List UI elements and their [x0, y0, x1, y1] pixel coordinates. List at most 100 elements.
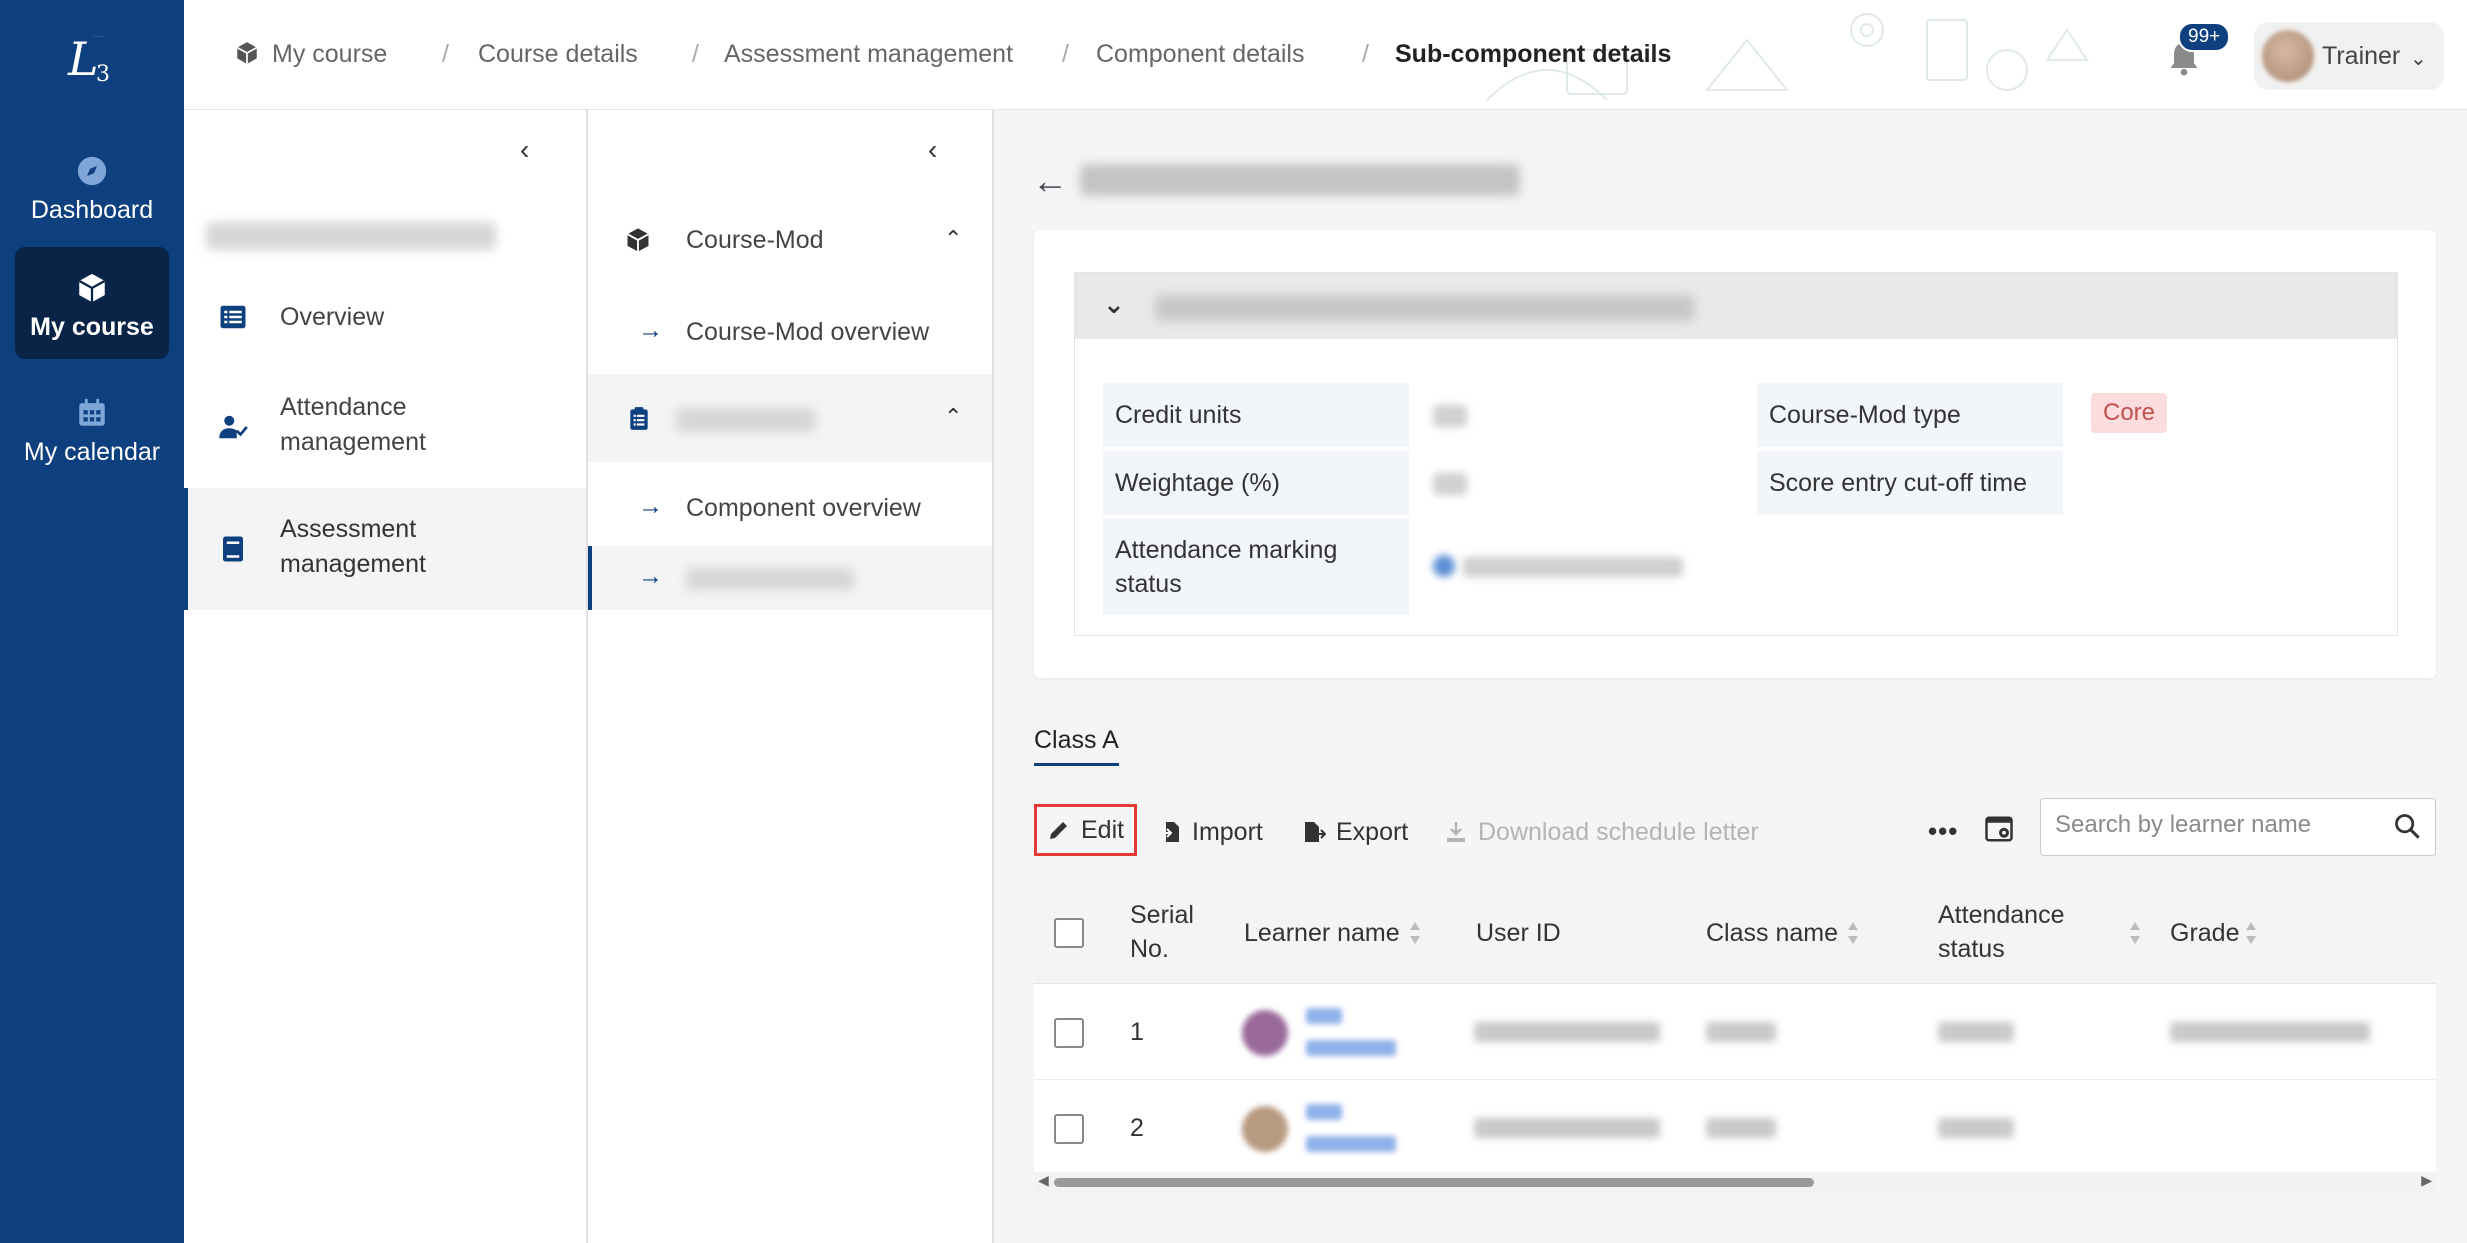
attendance-status-value-redacted [1463, 557, 1683, 577]
app-logo[interactable]: L3 · · · · [60, 26, 124, 90]
grade-redacted [2170, 1022, 2370, 1042]
breadcrumb-course-details[interactable]: Course details [478, 40, 638, 69]
tab-class-a[interactable]: Class A [1034, 726, 1119, 766]
download-icon [1447, 822, 1465, 842]
component-name-redacted [676, 408, 816, 432]
table-header: Serial No. Learner name User ID Class na… [1034, 882, 2436, 984]
sub-component-name-redacted [686, 568, 854, 590]
details-panel-header[interactable]: ⌄ [1075, 273, 2397, 339]
tree-node-label: Course-Mod [686, 226, 824, 254]
chevron-up-icon[interactable]: ⌃ [944, 404, 962, 430]
export-icon [1305, 822, 1326, 842]
tree-node-component[interactable]: ⌃ [588, 374, 992, 462]
breadcrumb-separator: / [1362, 40, 1369, 68]
nav-item-dashboard[interactable]: Dashboard [15, 130, 169, 242]
breadcrumb-assessment-management[interactable]: Assessment management [724, 40, 1013, 69]
avatar [2262, 30, 2314, 82]
horizontal-scrollbar[interactable]: ◀ ▶ [1034, 1172, 2436, 1192]
column-header-attendance-status[interactable]: Attendance status [1938, 898, 2078, 966]
tree-item-label: Component overview [686, 494, 921, 522]
sidebar-item-label: Assessment management [280, 515, 426, 578]
attendance-marking-status-label: Attendance marking status [1103, 519, 1409, 615]
tree-item-component-overview[interactable]: → Component overview [588, 472, 992, 546]
user-menu[interactable]: Trainer ⌄ [2254, 22, 2444, 90]
tree-item-course-mod-overview[interactable]: → Course-Mod overview [588, 296, 992, 370]
top-bar: My course / Course details / Assessment … [184, 0, 2467, 110]
import-button[interactable]: Import [1158, 806, 1263, 858]
user-check-icon [219, 415, 248, 439]
export-button[interactable]: Export [1302, 806, 1408, 858]
import-icon [1160, 822, 1179, 842]
nav-item-my-calendar[interactable]: My calendar [15, 372, 169, 484]
clipboard-icon [630, 407, 648, 430]
tree-node-course-mod[interactable]: Course-Mod ⌃ [588, 196, 992, 286]
cube-icon [236, 42, 258, 64]
tree-item-sub-component[interactable]: → [588, 546, 992, 610]
scroll-left-icon[interactable]: ◀ [1038, 1172, 1049, 1189]
download-schedule-letter-button[interactable]: Download schedule letter [1444, 806, 1759, 858]
column-header-class-name[interactable]: Class name [1706, 916, 1838, 950]
course-sidebar: ‹ Overview Attendance management Assessm… [184, 110, 588, 1243]
sidebar-item-assessment[interactable]: Assessment management [184, 488, 586, 610]
more-options-icon[interactable]: ••• [1928, 816, 1958, 847]
learner-avatar-redacted [1242, 1010, 1288, 1056]
chevron-up-icon[interactable]: ⌃ [944, 226, 962, 252]
search-icon[interactable] [2393, 812, 2421, 840]
course-name-redacted [206, 222, 496, 250]
collapse-left-icon[interactable]: ‹ [928, 134, 937, 166]
back-arrow-icon[interactable]: ← [1032, 160, 1068, 202]
breadcrumb-component-details[interactable]: Component details [1096, 40, 1304, 69]
status-dot-redacted [1433, 555, 1455, 577]
tree-item-label: Course-Mod overview [686, 318, 930, 346]
sort-icon[interactable] [1846, 920, 1860, 946]
search-input[interactable] [2055, 811, 2375, 839]
row-checkbox[interactable] [1054, 1114, 1084, 1144]
breadcrumb-my-course[interactable]: My course [272, 40, 387, 69]
column-header-learner-name[interactable]: Learner name [1244, 916, 1400, 950]
sidebar-item-label: Overview [280, 303, 385, 331]
collapse-left-icon[interactable]: ‹ [520, 134, 529, 166]
learner-name-link-redacted[interactable] [1306, 1040, 1396, 1056]
sort-icon[interactable] [2244, 920, 2258, 946]
nav-item-my-course[interactable]: My course [15, 247, 169, 359]
arrow-right-icon: → [638, 316, 663, 344]
user-id-redacted [1474, 1118, 1660, 1138]
left-navigation: L3 · · · · Dashboard My course My calend… [0, 0, 184, 1243]
notification-badge: 99+ [2178, 22, 2231, 52]
course-mod-type-label: Course-Mod type [1757, 383, 2063, 447]
user-id-redacted [1474, 1022, 1660, 1042]
column-settings-icon[interactable] [1984, 814, 2014, 844]
scrollbar-thumb[interactable] [1054, 1178, 1814, 1187]
breadcrumb-separator: / [442, 40, 449, 68]
table-row[interactable]: 2 [1034, 1080, 2436, 1176]
sort-icon[interactable] [2128, 920, 2142, 946]
attendance-status-redacted [1938, 1022, 2014, 1042]
arrow-right-icon: → [638, 562, 663, 590]
edit-button[interactable]: Edit [1034, 804, 1138, 856]
learner-avatar-redacted [1242, 1106, 1288, 1152]
sidebar-item-attendance[interactable]: Attendance management [184, 372, 586, 482]
table-row[interactable]: 1 [1034, 984, 2436, 1080]
row-checkbox[interactable] [1054, 1018, 1084, 1048]
pencil-icon [1050, 822, 1067, 839]
select-all-checkbox[interactable] [1054, 918, 1084, 948]
column-header-grade[interactable]: Grade [2170, 916, 2239, 950]
attendance-status-redacted [1938, 1118, 2014, 1138]
scroll-right-icon[interactable]: ▶ [2421, 1172, 2432, 1189]
learner-name-link-redacted[interactable] [1306, 1104, 1342, 1120]
serial-number: 1 [1130, 1018, 1144, 1046]
book-icon [223, 536, 243, 562]
page-title-redacted [1080, 164, 1520, 196]
search-box [2040, 798, 2436, 856]
learner-name-link-redacted[interactable] [1306, 1008, 1342, 1024]
breadcrumb-sub-component-details: Sub-component details [1395, 40, 1672, 68]
sidebar-item-overview[interactable]: Overview [184, 280, 586, 356]
panel-title-redacted [1155, 295, 1695, 321]
import-button-label: Import [1192, 818, 1263, 846]
chevron-down-icon[interactable]: ⌄ [1103, 289, 1125, 320]
learner-name-link-redacted[interactable] [1306, 1136, 1396, 1152]
learners-table: Serial No. Learner name User ID Class na… [1034, 882, 2436, 1192]
status-badge: Core [2091, 393, 2168, 433]
cube-icon [627, 228, 649, 252]
sort-icon[interactable] [1408, 920, 1422, 946]
